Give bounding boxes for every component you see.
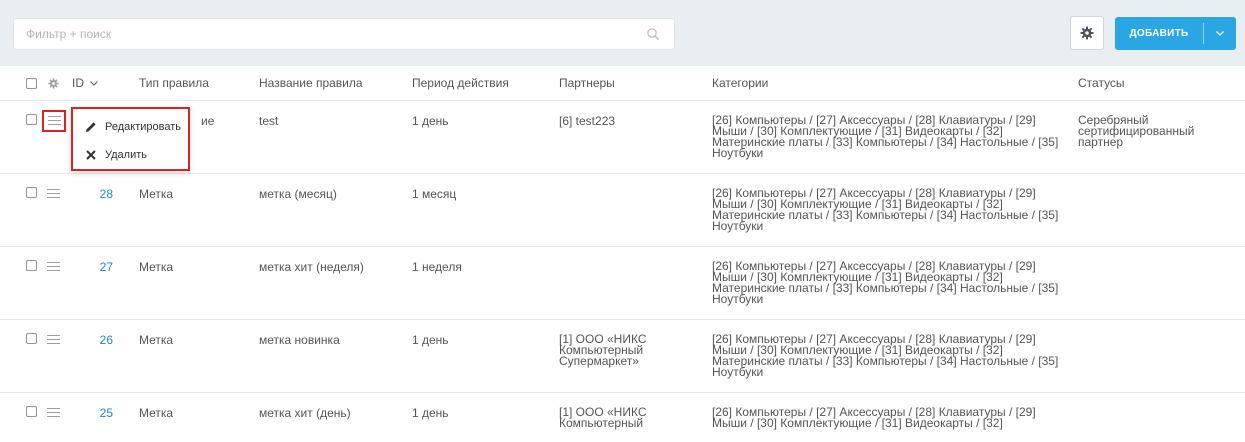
row-checkbox[interactable]	[26, 406, 37, 417]
row-period: 1 день	[412, 333, 449, 347]
row-type: Метка	[139, 260, 174, 274]
table-row[interactable]: 26 Метка метка новинка 1 день [1] ООО «Н…	[0, 320, 1245, 393]
column-header-name[interactable]: Название правила	[259, 76, 363, 90]
row-period: 1 неделя	[412, 260, 462, 274]
pencil-icon	[86, 122, 96, 132]
gear-icon[interactable]	[48, 78, 59, 89]
row-id[interactable]: 28	[83, 188, 113, 200]
partner-line: Компьютерный	[559, 416, 644, 430]
table-row[interactable]: 27 Метка метка хит (неделя) 1 неделя [26…	[0, 247, 1245, 320]
menu-icon[interactable]	[48, 116, 61, 126]
column-header-id[interactable]: ID	[72, 76, 99, 90]
partner-line: Супермаркет»	[559, 354, 639, 368]
row-partners: [6] test223	[559, 114, 616, 128]
row-categories: [26] Компьютеры / [27] Аксессуары / [28]…	[712, 114, 1072, 160]
row-id[interactable]: 27	[83, 261, 113, 273]
settings-button[interactable]	[1070, 16, 1104, 50]
column-header-partners[interactable]: Партнеры	[559, 76, 615, 90]
row-period: 1 месяц	[412, 187, 457, 201]
row-partners: [1] ООО «НИКС Компьютерный Супермаркет»	[559, 333, 647, 368]
close-icon	[86, 150, 96, 160]
row-name: метка хит (день)	[259, 406, 351, 420]
menu-item-delete[interactable]: Удалить	[85, 147, 147, 163]
row-type: Метка	[139, 187, 174, 201]
menu-icon[interactable]	[47, 335, 60, 345]
search-input[interactable]	[14, 19, 634, 49]
row-checkbox[interactable]	[26, 187, 37, 198]
category-line: Ноутбуки	[712, 292, 764, 306]
column-header-statuses[interactable]: Статусы	[1078, 76, 1125, 90]
add-button[interactable]: ДОБАВИТЬ	[1115, 17, 1236, 50]
row-categories: [26] Компьютеры / [27] Аксессуары / [28]…	[712, 333, 1072, 379]
table-header: ID Тип правила Название правила Период д…	[0, 66, 1245, 101]
row-checkbox[interactable]	[26, 260, 37, 271]
category-line: Ноутбуки	[712, 219, 764, 233]
category-line: Материнские платы / [33] Компьютеры / [3…	[712, 281, 1059, 295]
row-partners: [1] ООО «НИКС Компьютерный	[559, 406, 647, 430]
chevron-down-icon	[1216, 31, 1224, 36]
menu-item-edit-label: Редактировать	[105, 121, 181, 133]
gear-icon	[1080, 26, 1094, 40]
menu-icon[interactable]	[47, 189, 60, 199]
category-line: Мыши / [30] Комплектующие / [31] Видеока…	[712, 416, 1003, 430]
chevron-down-icon	[90, 81, 99, 87]
toolbar: ДОБАВИТЬ	[0, 0, 1245, 66]
row-name: метка новинка	[259, 333, 340, 347]
row-statuses: Серебряный сертифицированный партнер	[1078, 114, 1194, 149]
row-id[interactable]: 25	[83, 407, 113, 419]
search-icon[interactable]	[646, 27, 660, 41]
row-type: Метка	[139, 333, 174, 347]
row-period: 1 день	[412, 114, 449, 128]
row-context-menu: Редактировать Удалить	[71, 107, 190, 171]
row-checkbox[interactable]	[26, 333, 37, 344]
row-type: ие	[201, 114, 215, 128]
row-id[interactable]: 26	[83, 334, 113, 346]
column-header-id-label: ID	[72, 76, 84, 90]
row-name: метка хит (неделя)	[259, 260, 364, 274]
search-box	[13, 18, 675, 50]
menu-item-edit[interactable]: Редактировать	[85, 119, 181, 135]
menu-item-delete-label: Удалить	[105, 149, 147, 161]
row-categories: [26] Компьютеры / [27] Аксессуары / [28]…	[712, 187, 1072, 233]
category-line: Ноутбуки	[712, 365, 764, 379]
menu-icon[interactable]	[47, 408, 60, 418]
row-name: test	[259, 114, 279, 128]
category-line: Материнские платы / [33] Компьютеры / [3…	[712, 135, 1059, 149]
column-header-categories[interactable]: Категории	[712, 76, 768, 90]
category-line: Материнские платы / [33] Компьютеры / [3…	[712, 208, 1059, 222]
category-line: Материнские платы / [33] Компьютеры / [3…	[712, 354, 1059, 368]
row-checkbox[interactable]	[26, 114, 37, 125]
row-type: Метка	[139, 406, 174, 420]
table-row[interactable]: 25 Метка метка хит (день) 1 день [1] ООО…	[0, 393, 1245, 442]
add-button-label: ДОБАВИТЬ	[1129, 28, 1189, 39]
row-categories: [26] Компьютеры / [27] Аксессуары / [28]…	[712, 406, 1072, 430]
menu-icon[interactable]	[47, 262, 60, 272]
add-dropdown-toggle[interactable]	[1204, 31, 1236, 36]
table-row[interactable]: 28 Метка метка (месяц) 1 месяц [26] Комп…	[0, 174, 1245, 247]
row-period: 1 день	[412, 406, 449, 420]
column-header-type[interactable]: Тип правила	[139, 76, 209, 90]
status-line: партнер	[1078, 135, 1124, 149]
select-all-checkbox[interactable]	[26, 78, 37, 89]
rules-table: ID Тип правила Название правила Период д…	[0, 66, 1245, 442]
row-name: метка (месяц)	[259, 187, 337, 201]
category-line: Ноутбуки	[712, 146, 764, 160]
column-header-period[interactable]: Период действия	[412, 76, 509, 90]
row-actions-highlight	[42, 110, 66, 132]
row-categories: [26] Компьютеры / [27] Аксессуары / [28]…	[712, 260, 1072, 306]
